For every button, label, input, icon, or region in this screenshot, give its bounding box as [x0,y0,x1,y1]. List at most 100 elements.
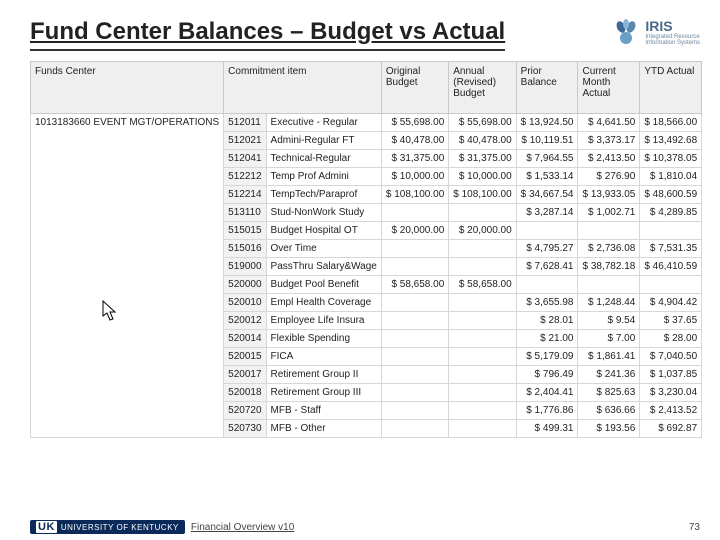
value-cell [381,257,448,275]
value-cell: $ 1,533.14 [516,167,578,185]
value-cell: $ 2,404.41 [516,383,578,401]
commitment-code: 512041 [224,149,266,167]
value-cell: $ 58,658.00 [449,275,516,293]
commitment-code: 512011 [224,113,266,131]
col-current-month: Current Month Actual [578,61,640,113]
value-cell [381,419,448,437]
value-cell: $ 10,378.05 [640,149,702,167]
commitment-code: 512021 [224,131,266,149]
value-cell: $ 825.63 [578,383,640,401]
uk-badge-text: UNIVERSITY OF KENTUCKY [61,523,179,532]
value-cell: $ 28.00 [640,329,702,347]
commitment-code: 520012 [224,311,266,329]
value-cell [578,275,640,293]
value-cell: $ 276.90 [578,167,640,185]
commitment-desc: Empl Health Coverage [266,293,381,311]
commitment-desc: FICA [266,347,381,365]
value-cell: $ 7,964.55 [516,149,578,167]
value-cell [640,221,702,239]
value-cell: $ 10,119.51 [516,131,578,149]
value-cell [449,347,516,365]
value-cell [381,293,448,311]
value-cell: $ 55,698.00 [381,113,448,131]
value-cell [381,311,448,329]
value-cell: $ 1,002.71 [578,203,640,221]
commitment-desc: Technical-Regular [266,149,381,167]
value-cell: $ 3,373.17 [578,131,640,149]
value-cell: $ 2,413.52 [640,401,702,419]
commitment-desc: PassThru Salary&Wage [266,257,381,275]
commitment-code: 519000 [224,257,266,275]
value-cell [449,203,516,221]
commitment-code: 512212 [224,167,266,185]
funds-center-cell: 1013183660 EVENT MGT/OPERATIONS [31,113,224,437]
commitment-desc: MFB - Staff [266,401,381,419]
commitment-desc: Temp Prof Admini [266,167,381,185]
value-cell: $ 31,375.00 [381,149,448,167]
commitment-code: 513110 [224,203,266,221]
value-cell [381,365,448,383]
iris-logo-sub2: Information Systems [645,40,700,46]
value-cell [381,347,448,365]
commitment-code: 520014 [224,329,266,347]
value-cell: $ 108,100.00 [449,185,516,203]
value-cell: $ 13,933.05 [578,185,640,203]
value-cell: $ 7,531.35 [640,239,702,257]
value-cell: $ 193.56 [578,419,640,437]
value-cell: $ 7.00 [578,329,640,347]
page-title: Fund Center Balances – Budget vs Actual [30,18,505,51]
value-cell [381,203,448,221]
value-cell: $ 636.66 [578,401,640,419]
commitment-desc: Retirement Group II [266,365,381,383]
commitment-code: 515015 [224,221,266,239]
commitment-desc: Employee Life Insura [266,311,381,329]
commitment-desc: Flexible Spending [266,329,381,347]
value-cell: $ 3,655.98 [516,293,578,311]
commitment-code: 520730 [224,419,266,437]
value-cell: $ 13,924.50 [516,113,578,131]
table-row: 1013183660 EVENT MGT/OPERATIONS512011Exe… [31,113,702,131]
value-cell [449,311,516,329]
value-cell: $ 1,248.44 [578,293,640,311]
value-cell: $ 21.00 [516,329,578,347]
value-cell: $ 692.87 [640,419,702,437]
value-cell: $ 34,667.54 [516,185,578,203]
commitment-desc: TempTech/Paraprof [266,185,381,203]
value-cell: $ 58,658.00 [381,275,448,293]
value-cell [449,293,516,311]
value-cell [449,239,516,257]
value-cell: $ 499.31 [516,419,578,437]
value-cell: $ 13,492.68 [640,131,702,149]
value-cell: $ 20,000.00 [381,221,448,239]
value-cell: $ 40,478.00 [449,131,516,149]
value-cell: $ 10,000.00 [449,167,516,185]
value-cell [449,401,516,419]
value-cell: $ 1,037.85 [640,365,702,383]
value-cell: $ 1,776.86 [516,401,578,419]
value-cell: $ 1,861.41 [578,347,640,365]
value-cell: $ 4,904.42 [640,293,702,311]
value-cell [516,275,578,293]
value-cell: $ 7,628.41 [516,257,578,275]
iris-logo: IRIS Integrated Resource Information Sys… [611,18,700,46]
table-header-row: Funds Center Commitment item Original Bu… [31,61,702,113]
value-cell: $ 4,289.85 [640,203,702,221]
commitment-desc: Retirement Group III [266,383,381,401]
value-cell: $ 7,040.50 [640,347,702,365]
value-cell: $ 46,410.59 [640,257,702,275]
value-cell: $ 2,736.08 [578,239,640,257]
value-cell: $ 2,413.50 [578,149,640,167]
value-cell: $ 9.54 [578,311,640,329]
value-cell [449,365,516,383]
value-cell: $ 20,000.00 [449,221,516,239]
value-cell: $ 40,478.00 [381,131,448,149]
value-cell: $ 241.36 [578,365,640,383]
balances-table: Funds Center Commitment item Original Bu… [30,61,702,438]
commitment-desc: Admini-Regular FT [266,131,381,149]
commitment-code: 520018 [224,383,266,401]
col-commit-item: Commitment item [224,61,382,113]
value-cell: $ 48,600.59 [640,185,702,203]
commitment-desc: MFB - Other [266,419,381,437]
value-cell: $ 55,698.00 [449,113,516,131]
value-cell: $ 4,641.50 [578,113,640,131]
